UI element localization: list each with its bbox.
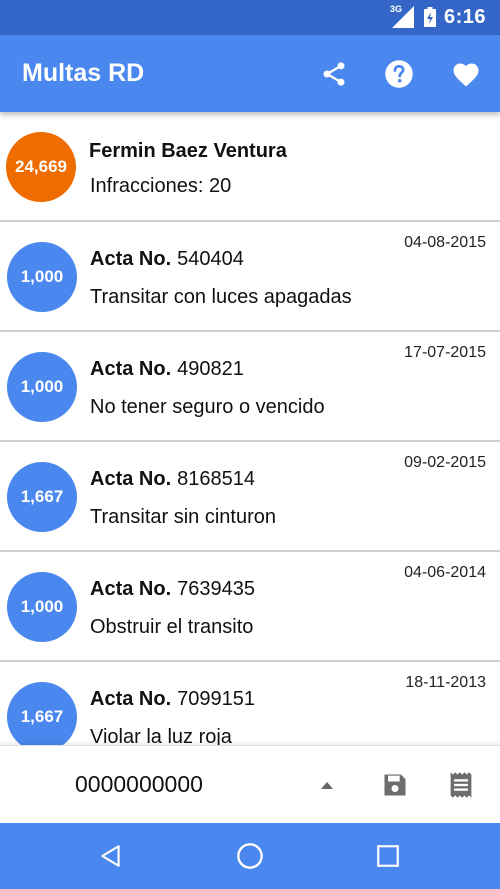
receipt-icon — [450, 772, 472, 798]
share-button[interactable] — [317, 57, 351, 91]
fine-row[interactable]: 1,667 Acta No. 7099151 Violar la luz roja… — [0, 662, 500, 745]
fine-amount-badge: 1,667 — [7, 462, 77, 532]
acta-label: Acta No. — [90, 578, 172, 600]
acta-label: Acta No. — [90, 358, 172, 380]
help-icon — [385, 60, 413, 88]
acta-number: 7099151 — [177, 688, 255, 710]
heart-icon — [453, 63, 479, 87]
acta-line: Acta No. 8168514 — [90, 468, 255, 491]
fine-amount-badge: 1,000 — [7, 352, 77, 422]
receipt-button[interactable] — [444, 768, 478, 802]
help-button[interactable] — [382, 57, 416, 91]
owner-total-badge: 24,669 — [6, 132, 76, 202]
fine-description: Obstruir el transito — [90, 616, 254, 638]
fine-description: No tener seguro o vencido — [90, 396, 325, 418]
triangle-up-icon — [321, 782, 333, 789]
status-bar: 3G 6:16 — [0, 0, 500, 35]
status-icons: 3G 6:16 — [389, 4, 486, 29]
fine-amount-badge: 1,000 — [7, 572, 77, 642]
network-icon: 3G — [389, 4, 416, 28]
acta-line: Acta No. 7639435 — [90, 578, 255, 601]
acta-label: Acta No. — [90, 688, 172, 710]
acta-label: Acta No. — [90, 248, 172, 270]
home-circle-icon — [237, 843, 263, 869]
collapse-button[interactable] — [310, 768, 344, 802]
acta-number: 8168514 — [177, 468, 255, 490]
fine-date: 09-02-2015 — [404, 454, 486, 471]
fines-list[interactable]: 24,669 Fermin Baez Ventura Infracciones:… — [0, 112, 500, 745]
fine-date: 17-07-2015 — [404, 344, 486, 361]
acta-number: 490821 — [177, 358, 244, 380]
recents-button[interactable] — [372, 840, 404, 872]
fine-description: Transitar con luces apagadas — [90, 286, 352, 308]
fine-date: 18-11-2013 — [405, 674, 486, 691]
clock: 6:16 — [443, 5, 486, 28]
share-icon — [323, 62, 345, 86]
acta-number: 540404 — [177, 248, 244, 270]
acta-line: Acta No. 490821 — [90, 358, 244, 381]
network-type: 3G — [389, 4, 402, 14]
fine-date: 04-06-2014 — [404, 564, 486, 581]
fine-description: Violar la luz roja — [90, 726, 232, 745]
acta-label: Acta No. — [90, 468, 172, 490]
fine-description: Transitar sin cinturon — [90, 506, 276, 528]
save-icon — [384, 774, 406, 796]
acta-line: Acta No. 7099151 — [90, 688, 255, 711]
favorite-button[interactable] — [449, 57, 483, 91]
fine-amount-badge: 1,667 — [7, 682, 77, 745]
app-bar: Multas RD — [0, 35, 500, 112]
home-button[interactable] — [234, 840, 266, 872]
acta-line: Acta No. 540404 — [90, 248, 244, 271]
system-nav-bar — [0, 823, 500, 889]
fine-date: 04-08-2015 — [404, 234, 486, 251]
battery-charging-icon — [423, 7, 436, 27]
fine-amount-badge: 1,000 — [7, 242, 77, 312]
fine-row[interactable]: 1,000 Acta No. 7639435 Obstruir el transi… — [0, 552, 500, 662]
bottom-toolbar: 0000000000 — [0, 745, 500, 823]
save-button[interactable] — [378, 768, 412, 802]
back-triangle-icon — [101, 845, 120, 867]
infractions-count: Infracciones: 20 — [90, 175, 232, 197]
owner-summary: 24,669 Fermin Baez Ventura Infracciones:… — [0, 112, 500, 222]
app-title: Multas RD — [22, 59, 145, 87]
id-number-field[interactable]: 0000000000 — [75, 771, 203, 798]
fine-row[interactable]: 1,000 Acta No. 540404 Transitar con luces… — [0, 222, 500, 332]
owner-name: Fermin Baez Ventura — [89, 140, 287, 162]
fine-row[interactable]: 1,000 Acta No. 490821 No tener seguro o v… — [0, 332, 500, 442]
back-button[interactable] — [95, 840, 127, 872]
recents-square-icon — [377, 845, 399, 867]
acta-number: 7639435 — [177, 578, 255, 600]
fine-row[interactable]: 1,667 Acta No. 8168514 Transitar sin cint… — [0, 442, 500, 552]
